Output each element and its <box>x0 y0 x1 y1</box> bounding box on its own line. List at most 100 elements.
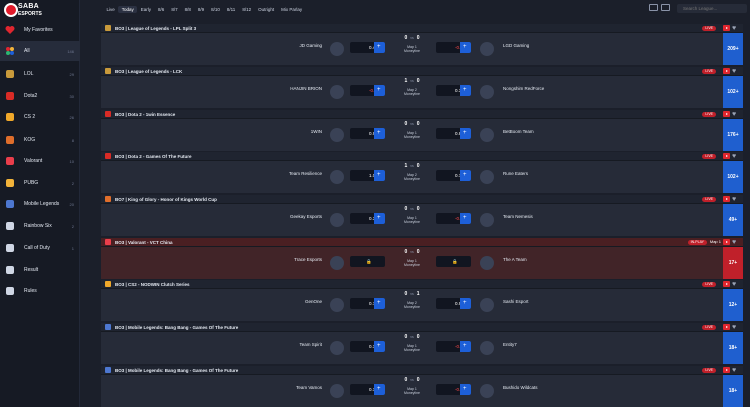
sidebar-item-result[interactable]: Result <box>0 260 80 280</box>
more-markets-button[interactable]: 18+ <box>723 375 743 407</box>
toggle-view-icon[interactable] <box>649 4 658 11</box>
away-odds-button[interactable]: 0.84 <box>436 128 471 139</box>
tab-early[interactable]: Early <box>137 6 154 13</box>
sidebar-item-mobile-legends[interactable]: Mobile Legends 20 <box>0 194 80 214</box>
home-odds-button[interactable]: 0.14 <box>350 384 385 395</box>
search-input[interactable] <box>677 4 747 13</box>
sidebar-item-my-favorites[interactable]: My Favorites <box>0 20 80 40</box>
heart-icon <box>5 25 15 35</box>
match-title: BO3 | Dota 2 - 1win Essence <box>115 111 176 117</box>
sidebar-item-dota2[interactable]: Dota2 30 <box>0 86 80 106</box>
away-odds-add-icon <box>460 170 471 181</box>
sidebar-item-count: 29 <box>69 71 74 77</box>
match-body: Geekay Esports 0.30 0vs0Map 1Moneyline -0.4… <box>101 204 743 236</box>
sidebar-item-rainbow-six[interactable]: Rainbow Six 2 <box>0 216 80 236</box>
more-markets-button[interactable]: 18+ <box>723 332 743 364</box>
live-stream-button[interactable] <box>723 281 730 287</box>
list-view-icon[interactable] <box>661 4 670 11</box>
more-markets-button[interactable]: 49+ <box>723 204 743 236</box>
vs-label: vs <box>410 250 414 254</box>
home-team-name: Geekay Esports <box>289 214 322 219</box>
result-icon <box>5 265 15 275</box>
away-odds-locked[interactable]: 🔒 <box>436 256 471 267</box>
tab-8-7[interactable]: 8/7 <box>168 6 181 13</box>
live-stream-button[interactable] <box>723 111 730 117</box>
home-odds-button[interactable]: 0.92 <box>350 128 385 139</box>
favorite-heart-icon[interactable]: ♥ <box>732 367 740 374</box>
tab-mix-parlay[interactable]: Mix Parlay <box>278 6 306 13</box>
more-markets-button[interactable]: 209+ <box>723 33 743 65</box>
tab-8-11[interactable]: 8/11 <box>223 6 238 13</box>
home-odds-button[interactable]: 0.46 <box>350 42 385 53</box>
tab-outright[interactable]: Outright <box>255 6 278 13</box>
tab-today[interactable]: Today <box>118 6 138 13</box>
match-title: BO3 | League of Legends - LCK <box>115 68 183 74</box>
tab-8-9[interactable]: 8/9 <box>194 6 207 13</box>
cs2-icon <box>105 281 111 287</box>
sidebar-item-label: My Favorites <box>24 27 53 33</box>
live-stream-button[interactable] <box>723 367 730 373</box>
away-team-name: The A Team <box>503 257 527 262</box>
favorite-heart-icon[interactable]: ♥ <box>732 153 740 160</box>
favorite-heart-icon[interactable]: ♥ <box>732 324 740 331</box>
sidebar-item-valorant[interactable]: Valorant 10 <box>0 151 80 171</box>
home-team-name: Team Spirit <box>299 342 322 347</box>
away-odds-button[interactable]: 0.39 <box>436 85 471 96</box>
sidebar-item-lol[interactable]: LOL 29 <box>0 64 80 84</box>
live-stream-button[interactable] <box>723 68 730 74</box>
sidebar-item-pubg[interactable]: PUBG 2 <box>0 173 80 193</box>
market-label: Moneyline <box>404 305 420 309</box>
tab-8-10[interactable]: 8/10 <box>208 6 224 13</box>
home-odds-button[interactable]: 0.75 <box>350 298 385 309</box>
tab-8-8[interactable]: 8/8 <box>181 6 194 13</box>
home-odds-button[interactable]: 0.30 <box>350 213 385 224</box>
sidebar-item-kog[interactable]: KOG 8 <box>0 130 80 150</box>
home-odds-button[interactable]: 1.00 <box>350 170 385 181</box>
away-odds-button[interactable]: 0.97 <box>436 298 471 309</box>
favorite-heart-icon[interactable]: ♥ <box>732 281 740 288</box>
vs-label: vs <box>410 335 414 339</box>
sidebar-item-all[interactable]: All 146 <box>0 41 80 61</box>
away-odds-button[interactable]: -0.26 <box>436 341 471 352</box>
vs-label: vs <box>410 164 414 168</box>
more-markets-button[interactable]: 102+ <box>723 161 743 193</box>
live-stream-button[interactable] <box>723 239 730 245</box>
match-header: BO3 | Mobile Legends: Bang Bang - Games … <box>101 366 743 375</box>
market-label: Moneyline <box>404 263 420 267</box>
tab-8-6[interactable]: 8/6 <box>155 6 168 13</box>
away-odds-button[interactable]: 0.77 <box>436 170 471 181</box>
sidebar-item-count: 8 <box>71 137 74 143</box>
saba-esports-logo[interactable]: SABA ESPORTS <box>4 2 42 20</box>
home-odds-button[interactable]: 0.16 <box>350 341 385 352</box>
more-markets-button[interactable]: 12+ <box>723 289 743 321</box>
date-tabs: Live Today Early 8/6 8/7 8/8 8/9 8/10 8/11 8/12 Ou… <box>103 6 306 13</box>
rainbow-six-icon <box>5 221 15 231</box>
away-odds-button[interactable]: -0.42 <box>436 213 471 224</box>
match-card: BO3 | Mobile Legends: Bang Bang - Games … <box>101 323 743 364</box>
more-markets-button[interactable]: 176+ <box>723 119 743 151</box>
sidebar-item-call-of-duty[interactable]: Call of Duty 1 <box>0 238 80 258</box>
tab-live[interactable]: Live <box>103 6 118 13</box>
away-odds-button[interactable]: -0.23 <box>436 384 471 395</box>
live-stream-button[interactable] <box>723 153 730 159</box>
more-markets-button[interactable]: 17+ <box>723 247 743 279</box>
live-stream-button[interactable] <box>723 25 730 31</box>
away-score: 0 <box>416 377 420 383</box>
favorite-heart-icon[interactable]: ♥ <box>732 25 740 32</box>
tab-8-12[interactable]: 8/12 <box>239 6 255 13</box>
more-markets-button[interactable]: 102+ <box>723 76 743 108</box>
kog-icon <box>5 135 15 145</box>
away-team-logo <box>477 210 497 230</box>
sidebar-item-rules[interactable]: Rules <box>0 281 80 301</box>
live-stream-button[interactable] <box>723 324 730 330</box>
favorite-heart-icon[interactable]: ♥ <box>732 239 740 246</box>
home-odds-locked[interactable]: 🔒 <box>350 256 385 267</box>
live-stream-button[interactable] <box>723 196 730 202</box>
favorite-heart-icon[interactable]: ♥ <box>732 111 740 118</box>
away-odds-button[interactable]: -0.61 <box>436 42 471 53</box>
favorite-heart-icon[interactable]: ♥ <box>732 196 740 203</box>
favorite-heart-icon[interactable]: ♥ <box>732 68 740 75</box>
away-team-logo <box>477 338 497 358</box>
sidebar-item-cs-2[interactable]: CS 2 26 <box>0 107 80 127</box>
home-odds-button[interactable]: -0.52 <box>350 85 385 96</box>
